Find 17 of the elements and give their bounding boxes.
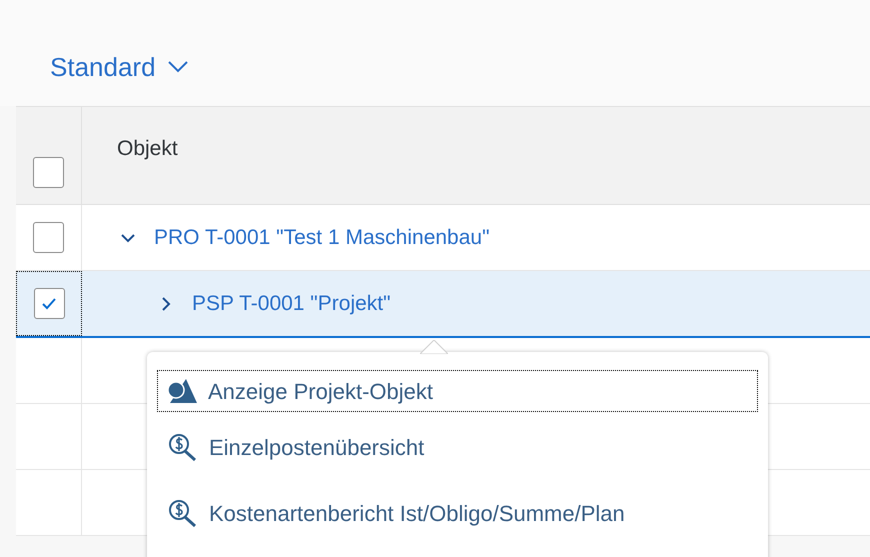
checkbox[interactable]: [33, 222, 64, 253]
menu-item[interactable]: Anzeige Projekt-Objekt: [157, 370, 758, 412]
shapes-icon: [166, 377, 198, 405]
menu-item[interactable]: Einzelpostenübersicht: [157, 416, 758, 478]
menu-item[interactable]: Kostenartenbericht Ist/Obligo/Summe/Plan: [157, 482, 758, 544]
row-label[interactable]: PSP T-0001 "Projekt": [192, 288, 391, 320]
money-search-icon: [167, 498, 199, 528]
table-row[interactable]: PSP T-0001 "Projekt": [16, 271, 870, 338]
money-search-icon: [167, 432, 199, 462]
variant-selector[interactable]: Standard: [50, 48, 188, 86]
chevron-down-icon: [168, 61, 188, 73]
checkbox[interactable]: [34, 288, 64, 319]
table-row[interactable]: PRO T-0001 "Test 1 Maschinenbau": [16, 205, 870, 271]
row-label[interactable]: PRO T-0001 "Test 1 Maschinenbau": [154, 222, 490, 254]
checkmark-icon: [41, 296, 57, 310]
checkbox[interactable]: [33, 157, 64, 188]
column-header: Objekt: [117, 136, 178, 162]
